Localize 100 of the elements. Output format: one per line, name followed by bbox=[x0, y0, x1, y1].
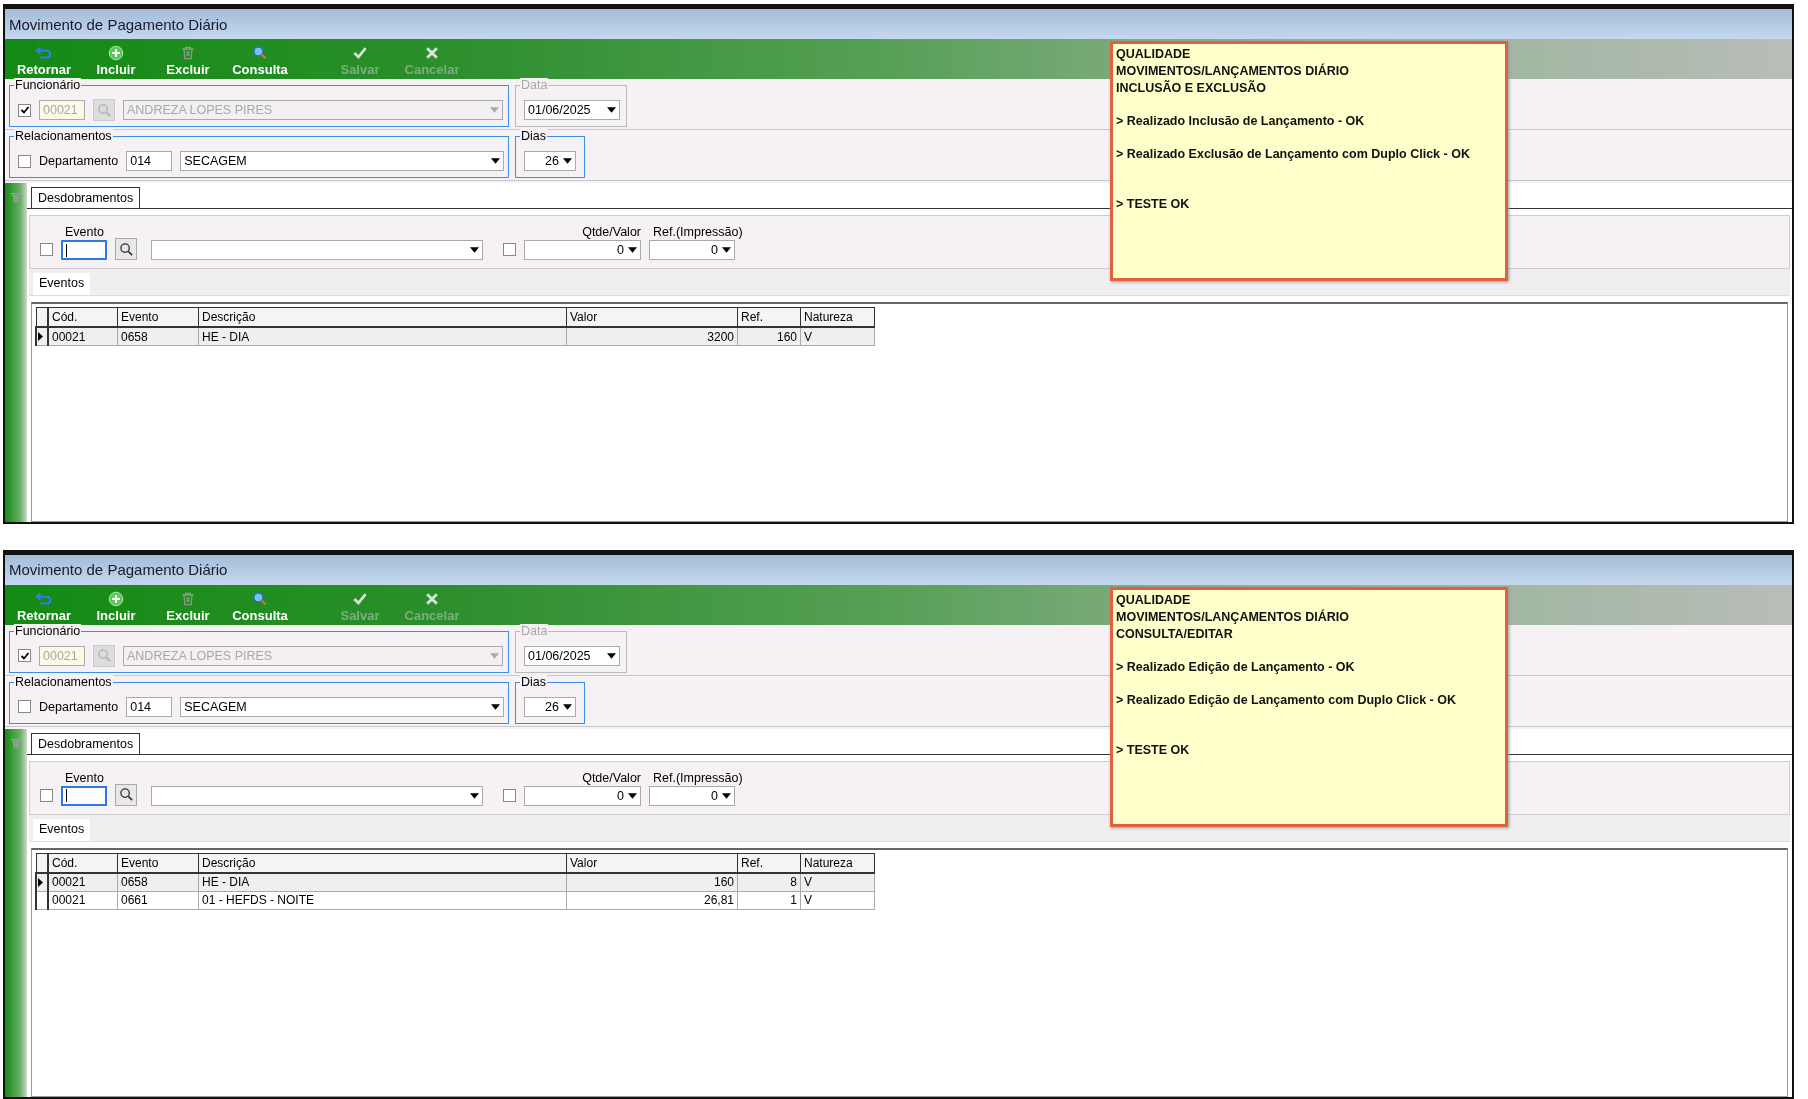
column-header[interactable]: Natureza bbox=[800, 853, 875, 873]
search-button[interactable] bbox=[115, 238, 137, 260]
column-header[interactable]: Valor bbox=[566, 853, 738, 873]
note-text: > Realizado Edição de Lançamento - OK bbox=[1116, 658, 1356, 676]
plus-icon bbox=[107, 45, 125, 61]
checkbox[interactable] bbox=[503, 788, 516, 802]
column-header[interactable]: Descrição bbox=[198, 307, 567, 327]
add-button[interactable]: Incluir bbox=[83, 43, 149, 79]
note-heading: CONSULTA/EDITAR bbox=[1116, 625, 1234, 643]
department-label: Departamento bbox=[39, 699, 119, 714]
tab[interactable]: Desdobramentos bbox=[31, 187, 141, 208]
event-code-field[interactable] bbox=[61, 785, 107, 806]
caret-icon bbox=[563, 158, 572, 164]
note-heading: MOVIMENTOS/LANÇAMENTOS DIÁRIO bbox=[1116, 608, 1350, 626]
column-header[interactable]: Natureza bbox=[800, 307, 875, 327]
row-indicator[interactable] bbox=[36, 891, 48, 910]
tab[interactable]: Eventos bbox=[33, 818, 91, 841]
event-code-field[interactable] bbox=[61, 240, 107, 260]
window-title: Movimento de Pagamento Diário bbox=[9, 15, 228, 33]
caret-icon bbox=[470, 247, 479, 253]
note-text: > Realizado Inclusão de Lançamento - OK bbox=[1116, 113, 1366, 130]
note-heading: QUALIDADE bbox=[1116, 46, 1192, 63]
print-ref-dropdown[interactable]: 0 bbox=[649, 785, 735, 806]
days-dropdown[interactable]: 26 bbox=[524, 151, 576, 171]
event-dropdown[interactable] bbox=[151, 785, 483, 806]
search-button[interactable] bbox=[115, 783, 137, 806]
trash-icon bbox=[9, 736, 23, 749]
search-icon bbox=[251, 590, 269, 607]
delete-button[interactable]: Excluir bbox=[155, 588, 221, 625]
column-header[interactable]: Evento bbox=[117, 853, 199, 873]
checkbox[interactable] bbox=[40, 788, 53, 802]
event-label: Evento bbox=[64, 225, 105, 239]
event-dropdown[interactable] bbox=[151, 240, 483, 260]
note-result: > TESTE OK bbox=[1116, 741, 1191, 759]
return-arrow-icon bbox=[35, 590, 53, 607]
department-dropdown[interactable]: SECAGEM bbox=[180, 151, 505, 171]
column-header[interactable]: Ref. bbox=[737, 307, 801, 327]
checkbox[interactable] bbox=[40, 243, 53, 256]
column-header[interactable]: Valor bbox=[566, 307, 738, 327]
group-label: Funcionário bbox=[14, 78, 82, 92]
column-header[interactable]: Descrição bbox=[198, 853, 567, 873]
column-header[interactable]: Cód. bbox=[48, 307, 118, 327]
table-cell: 01 - HEFDS - NOITE bbox=[198, 891, 567, 910]
group-label: Dias bbox=[520, 674, 547, 689]
column-header[interactable]: Cód. bbox=[48, 853, 118, 873]
note-text: > Realizado Exclusão de Lançamento com Duplo Click - OK bbox=[1116, 146, 1471, 163]
caret-icon bbox=[607, 652, 616, 659]
caret-icon bbox=[722, 247, 731, 253]
print-ref-label: Ref.(Impressão) bbox=[652, 770, 743, 785]
return-button[interactable]: Retornar bbox=[11, 588, 77, 625]
caret-icon bbox=[490, 107, 499, 113]
print-ref-dropdown[interactable]: 0 bbox=[649, 240, 735, 260]
trash-icon bbox=[179, 45, 197, 61]
checkbox[interactable] bbox=[18, 700, 31, 714]
quantity-dropdown[interactable]: 0 bbox=[524, 785, 641, 806]
caret-icon bbox=[490, 652, 499, 659]
add-button[interactable]: Incluir bbox=[83, 588, 149, 625]
quantity-label: Qtde/Valor bbox=[581, 770, 641, 785]
checkbox[interactable] bbox=[18, 154, 31, 168]
column-header[interactable]: Ref. bbox=[737, 853, 801, 873]
caret-icon bbox=[491, 158, 501, 164]
group-label: Data bbox=[520, 78, 549, 92]
search-icon bbox=[96, 102, 112, 118]
delete-button[interactable]: Excluir bbox=[155, 43, 221, 79]
tab[interactable]: Eventos bbox=[33, 273, 91, 295]
table-cell: 0661 bbox=[117, 891, 199, 910]
tab[interactable]: Desdobramentos bbox=[31, 732, 141, 754]
checkbox[interactable] bbox=[503, 243, 516, 256]
checkmark-icon bbox=[351, 45, 369, 61]
table-cell: V bbox=[800, 891, 875, 910]
note-result: > TESTE OK bbox=[1116, 196, 1191, 213]
department-code-field[interactable]: 014 bbox=[126, 696, 173, 717]
close-icon bbox=[423, 45, 441, 61]
caret-icon bbox=[722, 792, 731, 799]
window-title: Movimento de Pagamento Diário bbox=[9, 561, 228, 579]
caret-icon bbox=[607, 107, 616, 113]
trash-icon bbox=[9, 191, 23, 203]
note-heading: INCLUSÃO E EXCLUSÃO bbox=[1116, 80, 1267, 97]
note-text: > Realizado Edição de Lançamento com Duplo Click - OK bbox=[1116, 691, 1457, 709]
department-dropdown[interactable]: SECAGEM bbox=[180, 696, 505, 717]
return-arrow-icon bbox=[35, 45, 53, 61]
note-heading: QUALIDADE bbox=[1116, 591, 1192, 609]
note-heading: MOVIMENTOS/LANÇAMENTOS DIÁRIO bbox=[1116, 63, 1350, 80]
department-label: Departamento bbox=[39, 154, 119, 168]
group-label: Relacionamentos bbox=[14, 129, 113, 143]
column-header[interactable]: Evento bbox=[117, 307, 199, 327]
department-code-field[interactable]: 014 bbox=[126, 151, 173, 171]
return-button[interactable]: Retornar bbox=[11, 43, 77, 79]
days-dropdown[interactable]: 26 bbox=[524, 696, 576, 717]
close-icon bbox=[423, 590, 441, 607]
caret-icon bbox=[628, 247, 637, 253]
search-icon bbox=[251, 45, 269, 61]
caret-icon bbox=[628, 792, 637, 799]
search-icon bbox=[96, 648, 112, 664]
table-cell: 26,81 bbox=[566, 891, 738, 910]
search-button[interactable]: Consulta bbox=[227, 588, 293, 625]
print-ref-label: Ref.(Impressão) bbox=[652, 225, 743, 239]
search-button[interactable]: Consulta bbox=[227, 43, 293, 79]
event-label: Evento bbox=[64, 770, 105, 785]
quantity-dropdown[interactable]: 0 bbox=[524, 240, 641, 260]
